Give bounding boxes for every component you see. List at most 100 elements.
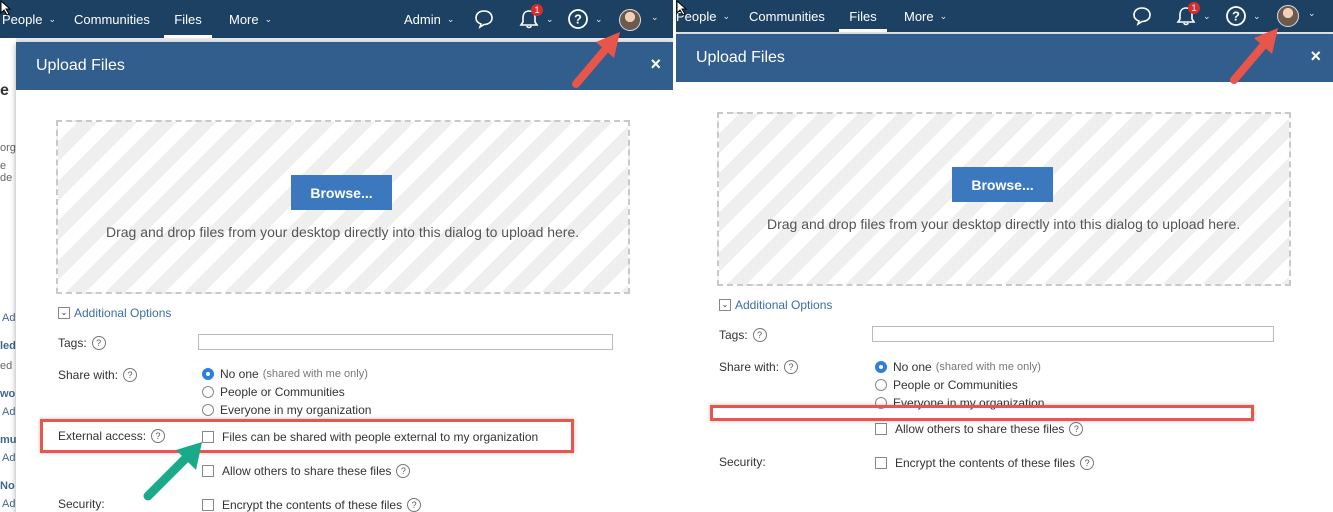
chevron-down-icon: ⌄ (264, 13, 273, 24)
help-icon[interactable]: ? (396, 464, 411, 478)
dialog-title: Upload Files (696, 49, 785, 66)
nav-files[interactable]: Files (839, 0, 887, 32)
background-text: org (0, 142, 16, 154)
share-with-label-text: Share with: (719, 360, 780, 374)
upload-files-dialog: Upload Files × Browse... Drag and drop f… (676, 34, 1333, 512)
chevron-down-icon: ⌄ (722, 10, 731, 21)
background-text: mu (0, 434, 17, 446)
checkbox[interactable] (875, 457, 887, 469)
browse-button[interactable]: Browse... (291, 175, 392, 210)
share-option-hint: (shared with me only) (935, 361, 1041, 373)
nav-files[interactable]: Files (164, 0, 212, 38)
mouse-cursor-icon (676, 0, 688, 21)
allow-share-option-label: Allow others to share these files (895, 422, 1065, 436)
close-icon[interactable]: × (1310, 46, 1321, 67)
file-drop-zone[interactable]: Browse... Drag and drop files from your … (56, 120, 630, 294)
share-option-everyone[interactable]: Everyone in my organization (202, 403, 371, 417)
nav-communities-label: Communities (74, 11, 150, 27)
share-option-people-communities[interactable]: People or Communities (875, 378, 1018, 392)
drop-instructions: Drag and drop files from your desktop di… (106, 224, 580, 240)
help-icon[interactable]: ? (1069, 422, 1084, 436)
chat-bubble-icon[interactable] (1132, 0, 1152, 32)
radio-selected[interactable] (875, 361, 887, 373)
drop-instructions: Drag and drop files from your desktop di… (767, 216, 1241, 232)
additional-options-toggle[interactable]: ⌄ Additional Options (58, 306, 171, 320)
tags-label: Tags:? (58, 336, 106, 350)
allow-share-option[interactable]: Allow others to share these files? (875, 422, 1084, 436)
help-icon[interactable]: ? (407, 498, 422, 512)
nav-communities-label: Communities (749, 8, 825, 24)
notification-count-badge: 1 (1188, 2, 1200, 14)
help-icon[interactable]: ? (1080, 456, 1095, 470)
radio-unselected[interactable] (202, 386, 214, 398)
share-with-label: Share with:? (719, 360, 799, 374)
chevron-down-icon: ⌄ (546, 13, 554, 24)
share-option-no-one[interactable]: No one (shared with me only) (875, 360, 1041, 374)
background-text: led (0, 340, 16, 352)
background-text: Ad (2, 312, 16, 324)
left-screenshot-panel: People ⌄ Communities Files More ⌄ Admin ⌄ ⌄… (0, 0, 673, 512)
share-with-label-text: Share with: (58, 368, 119, 382)
dialog-title: Upload Files (36, 57, 125, 74)
nav-more[interactable]: More ⌄ (904, 0, 947, 32)
security-label-text: Security: (719, 455, 766, 469)
tags-input[interactable] (198, 334, 613, 350)
user-avatar[interactable] (619, 9, 641, 31)
help-icon[interactable]: ? (784, 360, 799, 374)
red-arrow-icon (572, 32, 620, 88)
nav-more-label: More (229, 11, 259, 27)
encrypt-option-label: Encrypt the contents of these files (895, 456, 1076, 470)
tags-label-text: Tags: (58, 336, 87, 350)
allow-share-option[interactable]: Allow others to share these files? (202, 464, 411, 478)
background-text: wo (0, 388, 16, 400)
background-text: Ad (2, 452, 16, 464)
nav-more-label: More (904, 8, 934, 24)
share-option-label: Everyone in my organization (220, 403, 372, 417)
radio-unselected[interactable] (202, 404, 214, 416)
help-icon[interactable]: ? (91, 336, 106, 350)
nav-more[interactable]: More ⌄ (229, 0, 272, 38)
help-icon[interactable]: ? (123, 368, 138, 382)
nav-files-label: Files (849, 8, 877, 24)
additional-options-label: Additional Options (74, 306, 172, 320)
right-screenshot-panel: People ⌄ Communities Files More ⌄ ⌄ 1 ? ⌄ … (676, 0, 1333, 512)
chevron-down-icon: ⌄ (58, 307, 70, 319)
close-icon[interactable]: × (650, 54, 661, 75)
allow-share-option-label: Allow others to share these files (222, 464, 392, 478)
radio-unselected[interactable] (875, 379, 887, 391)
nav-files-label: Files (174, 11, 202, 27)
background-page: e org e de Ad led ed wo Ad mu Ad No Ad (0, 38, 17, 512)
share-option-people-communities[interactable]: People or Communities (202, 385, 345, 399)
tags-input[interactable] (872, 326, 1274, 342)
encrypt-option[interactable]: Encrypt the contents of these files? (875, 456, 1095, 470)
security-label-text: Security: (58, 497, 105, 511)
security-label: Security: (58, 497, 105, 511)
encrypt-option-label: Encrypt the contents of these files (222, 498, 403, 512)
additional-options-label: Additional Options (735, 298, 833, 312)
chat-bubble-icon[interactable] (474, 0, 494, 38)
file-drop-zone[interactable]: Browse... Drag and drop files from your … (717, 112, 1291, 286)
nav-admin-label: Admin (404, 11, 441, 27)
chevron-down-icon: ⌄ (651, 12, 659, 22)
help-icon[interactable]: ? (752, 328, 767, 342)
user-avatar[interactable] (1277, 5, 1299, 27)
chevron-down-icon: ⌄ (719, 299, 731, 311)
browse-button[interactable]: Browse... (952, 167, 1053, 202)
share-option-label: No one (893, 360, 932, 374)
notification-count-badge: 1 (531, 4, 543, 16)
nav-communities[interactable]: Communities (74, 0, 150, 38)
share-option-label: People or Communities (893, 378, 1018, 392)
share-option-no-one[interactable]: No one (shared with me only) (202, 367, 368, 381)
highlight-box (40, 419, 574, 453)
chevron-down-icon: ⌄ (48, 13, 57, 24)
chevron-down-icon: ⌄ (939, 10, 948, 21)
encrypt-option[interactable]: Encrypt the contents of these files? (202, 498, 422, 512)
nav-admin[interactable]: Admin ⌄ (404, 0, 454, 38)
additional-options-toggle[interactable]: ⌄ Additional Options (719, 298, 832, 312)
share-option-label: No one (220, 367, 259, 381)
checkbox[interactable] (875, 423, 887, 435)
radio-selected[interactable] (202, 368, 214, 380)
background-text: Ad (2, 406, 16, 418)
share-option-label: People or Communities (220, 385, 345, 399)
nav-communities[interactable]: Communities (749, 0, 825, 32)
